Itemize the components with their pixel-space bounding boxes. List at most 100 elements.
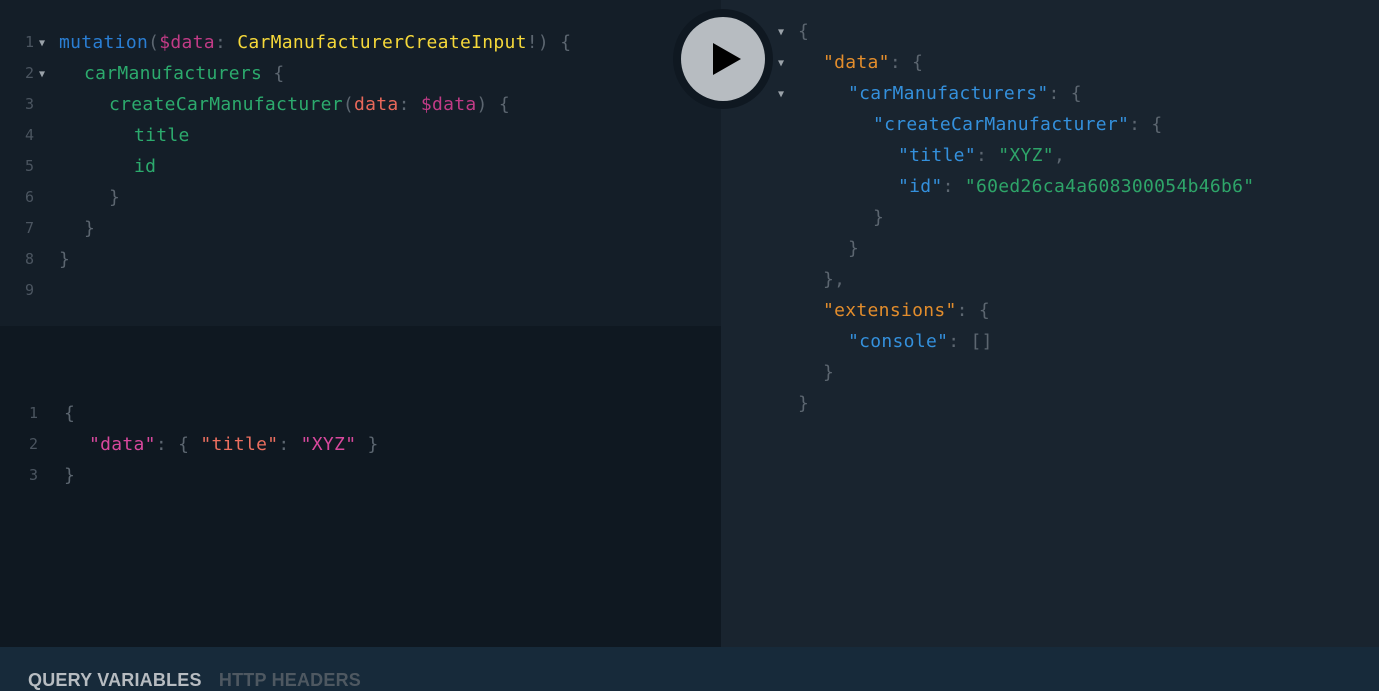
code-text: "extensions": { bbox=[823, 295, 990, 326]
code-token: CarManufacturerCreateInput bbox=[237, 32, 527, 53]
tab-http-headers[interactable]: HTTP HEADERS bbox=[219, 670, 361, 691]
code-token: $data bbox=[420, 94, 477, 115]
code-token: : [] bbox=[948, 331, 993, 352]
code-token: carManufacturers bbox=[84, 63, 263, 84]
code-text: id bbox=[134, 151, 156, 182]
code-token: "createCarManufacturer" bbox=[873, 114, 1130, 135]
code-token: "extensions" bbox=[823, 300, 957, 321]
code-token: : bbox=[214, 32, 238, 53]
code-token: : bbox=[398, 94, 421, 115]
code-token: title bbox=[134, 125, 190, 146]
code-token: "data" bbox=[89, 434, 156, 455]
variables-panel: QUERY VARIABLES HTTP HEADERS 1 {2 "data": … bbox=[0, 326, 721, 690]
code-text: "console": [] bbox=[848, 326, 993, 357]
code-text: } bbox=[798, 388, 809, 419]
code-text: } bbox=[848, 233, 859, 264]
code-token: }, bbox=[823, 269, 846, 290]
fold-arrow-icon[interactable]: ▼ bbox=[778, 48, 784, 79]
variables-tabs: QUERY VARIABLES HTTP HEADERS bbox=[28, 670, 373, 691]
result-pane: ▼{▼ "data": {▼ "carManufacturers": {"creat… bbox=[721, 0, 1379, 647]
code-token: "title" bbox=[898, 145, 976, 166]
line-number: 3 bbox=[24, 95, 34, 113]
code-token: } bbox=[64, 465, 76, 486]
code-text: mutation($data: CarManufacturerCreateInp… bbox=[59, 27, 571, 58]
line-number: 2 bbox=[28, 435, 38, 453]
code-token: "XYZ" bbox=[998, 145, 1054, 166]
code-token: "60ed26ca4a608300054b46b6" bbox=[964, 176, 1255, 197]
code-text: { bbox=[798, 16, 809, 47]
code-token: : { bbox=[956, 300, 991, 321]
code-token: id bbox=[134, 156, 157, 177]
code-token: "XYZ" bbox=[300, 434, 357, 455]
code-text: "data": { bbox=[823, 47, 923, 78]
line-number: 7 bbox=[24, 219, 34, 237]
code-token: } bbox=[109, 187, 121, 208]
code-text: createCarManufacturer(data: $data) { bbox=[109, 89, 510, 120]
line-number: 4 bbox=[24, 126, 34, 144]
line-number: 8 bbox=[24, 250, 34, 268]
code-token: { bbox=[262, 63, 285, 84]
code-token: : { bbox=[1048, 83, 1082, 104]
code-text: "title": "XYZ", bbox=[898, 140, 1065, 171]
code-text: "createCarManufacturer": { bbox=[873, 109, 1163, 140]
code-token: "console" bbox=[848, 331, 949, 352]
code-token: "id" bbox=[898, 176, 943, 197]
code-token: } bbox=[356, 434, 379, 455]
editor-column: 1 ▼ mutation($data: CarManufacturerCreateI… bbox=[0, 0, 721, 690]
code-token: { bbox=[64, 403, 76, 424]
code-text: "data": { "title": "XYZ" } bbox=[89, 429, 379, 460]
code-text: } bbox=[109, 182, 120, 213]
code-token: , bbox=[1053, 145, 1066, 166]
code-text: } bbox=[84, 213, 95, 244]
code-token: : { bbox=[889, 52, 924, 73]
tab-query-variables[interactable]: QUERY VARIABLES bbox=[28, 670, 202, 691]
code-token: : bbox=[975, 145, 999, 166]
code-token: : bbox=[942, 176, 965, 197]
code-text: } bbox=[823, 357, 834, 388]
code-token: { bbox=[798, 21, 810, 42]
line-number: 3 bbox=[28, 466, 38, 484]
fold-arrow-icon[interactable]: ▼ bbox=[778, 17, 784, 48]
code-text: } bbox=[59, 244, 70, 275]
code-token: mutation bbox=[59, 32, 149, 53]
code-text: { bbox=[64, 398, 75, 429]
code-text: }, bbox=[823, 264, 845, 295]
line-number: 6 bbox=[24, 188, 34, 206]
line-number: 9 bbox=[24, 281, 34, 299]
line-number: 1 bbox=[28, 404, 38, 422]
code-token: "title" bbox=[200, 434, 279, 455]
code-text: } bbox=[873, 202, 884, 233]
play-icon bbox=[713, 43, 741, 75]
line-number: 1 bbox=[24, 33, 34, 51]
fold-arrow-icon[interactable]: ▼ bbox=[778, 79, 784, 110]
fold-arrow-icon[interactable]: ▼ bbox=[39, 59, 45, 90]
code-token: ( bbox=[148, 32, 160, 53]
run-query-button[interactable] bbox=[681, 17, 765, 101]
code-token: } bbox=[873, 207, 885, 228]
code-token: !) { bbox=[526, 32, 572, 53]
code-token: } bbox=[798, 393, 810, 414]
code-text: } bbox=[64, 460, 75, 491]
code-token: : bbox=[278, 434, 301, 455]
code-token: data bbox=[354, 94, 399, 115]
code-token: $data bbox=[159, 32, 215, 53]
line-number: 2 bbox=[24, 64, 34, 82]
code-token: } bbox=[848, 238, 860, 259]
code-token: } bbox=[823, 362, 835, 383]
code-token: : { bbox=[1129, 114, 1163, 135]
code-token: : { bbox=[155, 434, 201, 455]
line-number: 5 bbox=[24, 157, 34, 175]
code-token: } bbox=[59, 249, 71, 270]
code-token: "carManufacturers" bbox=[848, 83, 1049, 104]
code-token: ( bbox=[342, 94, 355, 115]
code-text: title bbox=[134, 120, 190, 151]
code-text: "id": "60ed26ca4a608300054b46b6" bbox=[898, 171, 1254, 202]
fold-arrow-icon[interactable]: ▼ bbox=[39, 28, 45, 59]
code-text: carManufacturers { bbox=[84, 58, 284, 89]
code-token: "data" bbox=[823, 52, 890, 73]
code-text: "carManufacturers": { bbox=[848, 78, 1082, 109]
code-token: ) { bbox=[476, 94, 510, 115]
query-editor[interactable]: 1 ▼ mutation($data: CarManufacturerCreateI… bbox=[0, 0, 721, 326]
code-token: } bbox=[84, 218, 96, 239]
code-token: createCarManufacturer bbox=[109, 94, 343, 115]
